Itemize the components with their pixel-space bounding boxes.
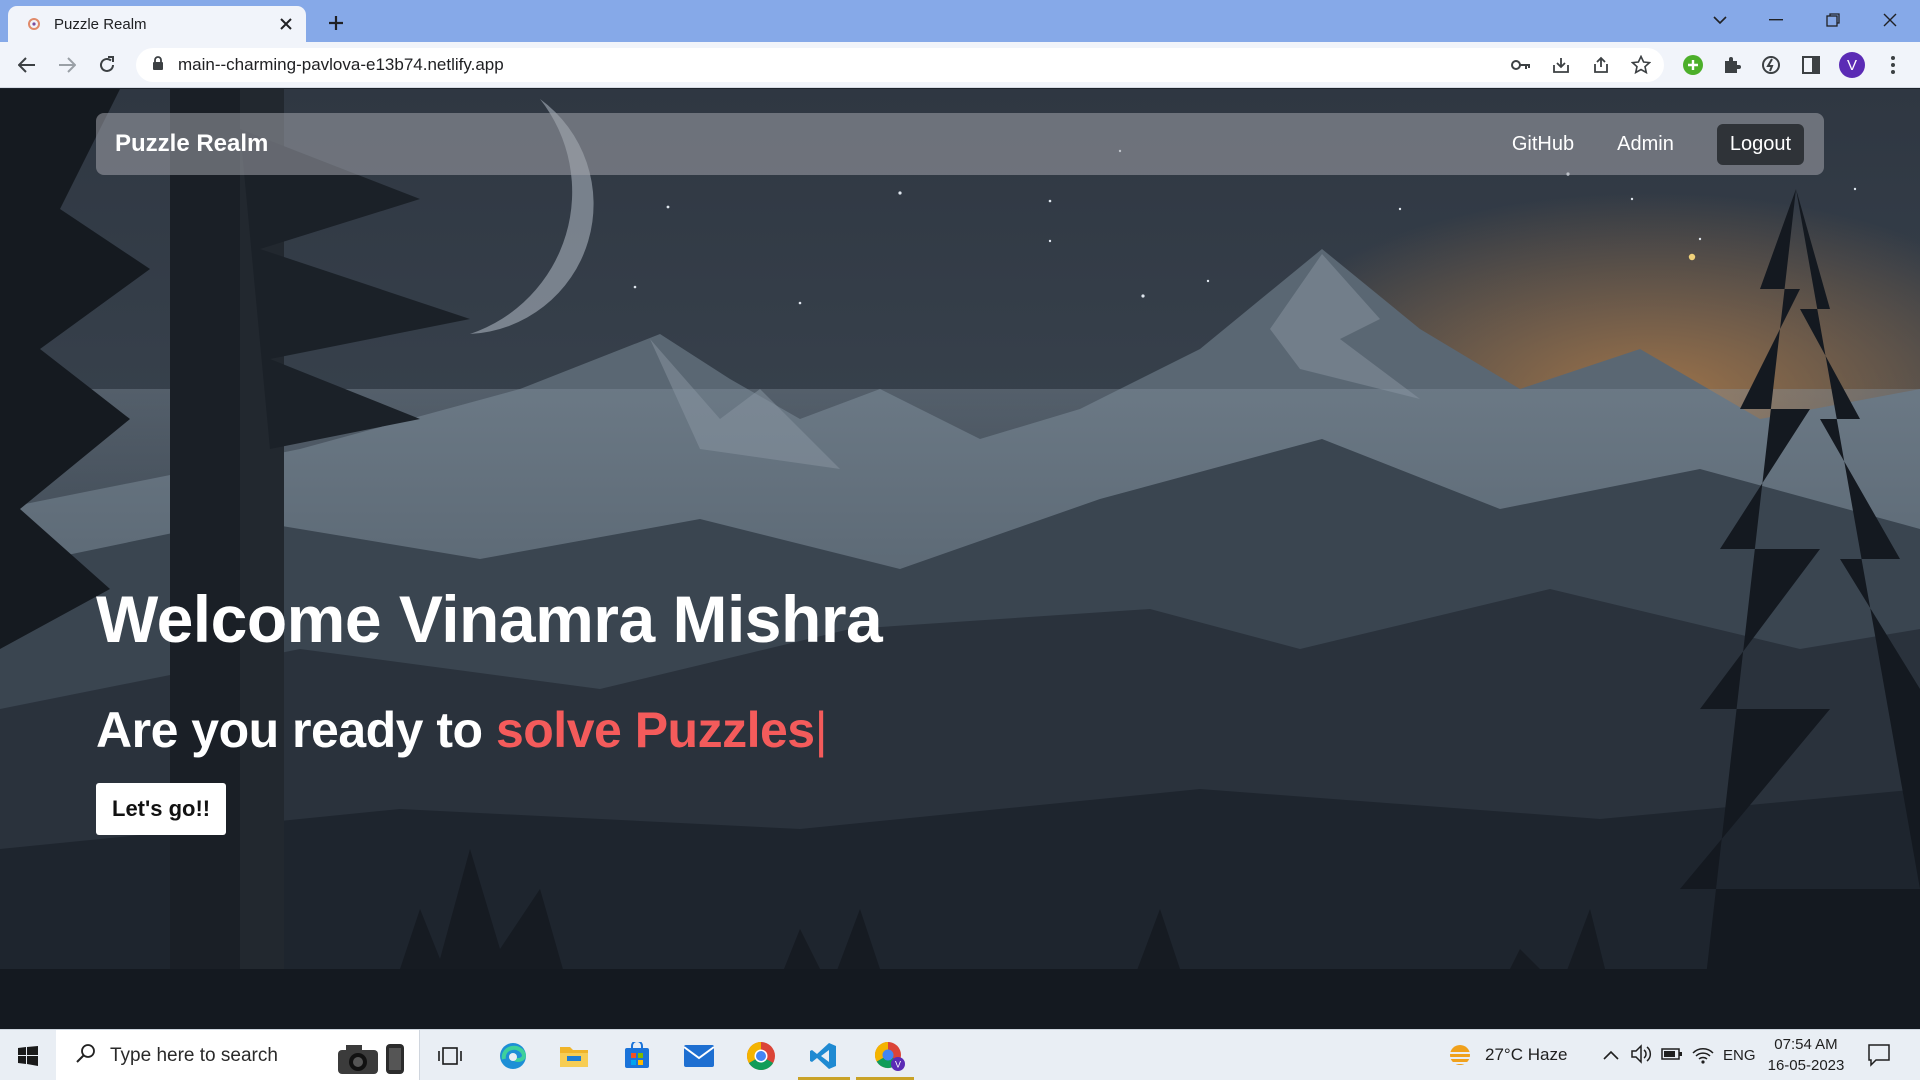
taskbar-search-box[interactable]: Type here to search (56, 1030, 420, 1080)
minimize-button[interactable] (1748, 0, 1804, 40)
store-icon[interactable] (619, 1038, 655, 1074)
lock-icon (152, 55, 164, 75)
search-icon (76, 1043, 96, 1068)
typing-subheading: Are you ready to solve Puzzles| (96, 701, 882, 759)
tab-title: Puzzle Realm (54, 15, 147, 33)
welcome-heading: Welcome Vinamra Mishra (96, 582, 883, 656)
mountain-night-background (0, 89, 1920, 1029)
extensions-puzzle-icon[interactable] (1719, 52, 1745, 78)
task-view-icon[interactable] (432, 1038, 468, 1074)
close-tab-icon[interactable] (276, 14, 296, 34)
notification-center-icon[interactable] (1867, 1043, 1891, 1072)
browser-tab-strip: Puzzle Realm (0, 0, 1920, 42)
forward-button[interactable] (52, 50, 82, 80)
svg-text:V: V (895, 1060, 901, 1070)
browser-tab[interactable]: Puzzle Realm (8, 6, 306, 42)
profile-avatar[interactable]: V (1839, 52, 1865, 78)
nav-github-link[interactable]: GitHub (1512, 133, 1574, 156)
nav-admin-link[interactable]: Admin (1617, 133, 1674, 156)
language-indicator[interactable]: ENG (1723, 1047, 1756, 1064)
address-bar[interactable]: main--charming-pavlova-e13b74.netlify.ap… (136, 48, 1664, 82)
windows-start-icon[interactable] (10, 1038, 46, 1074)
clock-date: 16-05-2023 (1767, 1057, 1845, 1074)
edge-icon[interactable] (495, 1038, 531, 1074)
system-clock[interactable]: 07:54 AM 16-05-2023 (1764, 1034, 1848, 1076)
search-placeholder: Type here to search (110, 1044, 278, 1066)
menu-kebab-icon[interactable] (1880, 52, 1906, 78)
chevron-up-icon[interactable] (1603, 1047, 1619, 1065)
typing-caret: | (814, 702, 828, 758)
lets-go-button[interactable]: Let's go!! (96, 783, 227, 835)
mail-icon[interactable] (681, 1038, 717, 1074)
install-app-icon[interactable] (1550, 54, 1572, 76)
vscode-icon[interactable] (805, 1038, 841, 1074)
bookmark-star-icon[interactable] (1630, 54, 1652, 76)
browser-toolbar: main--charming-pavlova-e13b74.netlify.ap… (0, 42, 1920, 88)
wifi-icon[interactable] (1692, 1044, 1714, 1069)
camera-icon[interactable] (334, 1036, 414, 1080)
weather-haze-icon[interactable] (1446, 1043, 1474, 1074)
battery-icon[interactable] (1661, 1047, 1683, 1066)
close-window-button[interactable] (1862, 0, 1918, 40)
logout-button[interactable]: Logout (1716, 123, 1804, 165)
puzzle-favicon-icon (26, 16, 42, 32)
key-icon[interactable] (1510, 54, 1532, 76)
back-button[interactable] (12, 50, 42, 80)
tab-search-icon[interactable] (1692, 0, 1748, 40)
hero-section: Welcome Vinamra Mishra Are you ready to … (96, 581, 883, 835)
chrome-icon[interactable] (743, 1038, 779, 1074)
chrome-profile-icon[interactable]: V (866, 1038, 914, 1074)
site-navbar: Puzzle Realm GitHub Admin Logout (96, 113, 1824, 175)
subheading-prefix: Are you ready to (96, 702, 496, 758)
file-explorer-icon[interactable] (556, 1038, 592, 1074)
restore-button[interactable] (1805, 0, 1861, 40)
web-page: Puzzle Realm GitHub Admin Logout Welcome… (0, 89, 1920, 1029)
site-brand[interactable]: Puzzle Realm (115, 130, 268, 158)
windows-taskbar: Type here to search V 27°C Haze ENG 07:5… (0, 1029, 1920, 1080)
weather-text[interactable]: 27°C Haze (1485, 1045, 1567, 1065)
url-text: main--charming-pavlova-e13b74.netlify.ap… (178, 55, 504, 74)
clock-time: 07:54 AM (1774, 1036, 1838, 1053)
volume-icon[interactable] (1631, 1044, 1653, 1069)
sync-extension-icon[interactable] (1758, 52, 1784, 78)
side-panel-icon[interactable] (1798, 52, 1824, 78)
share-icon[interactable] (1590, 54, 1612, 76)
new-tab-button[interactable] (322, 9, 350, 37)
nav-links: GitHub Admin Logout (1512, 123, 1804, 165)
subheading-highlight: solve Puzzles (495, 702, 815, 758)
reload-button[interactable] (92, 50, 122, 80)
green-extension-icon[interactable] (1680, 52, 1706, 78)
